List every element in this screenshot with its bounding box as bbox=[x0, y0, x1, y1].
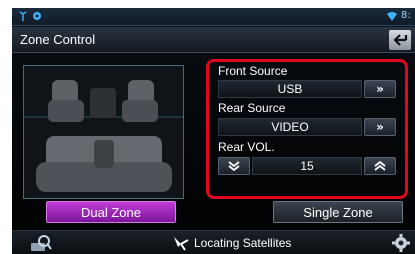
signal-icon bbox=[18, 10, 28, 25]
rear-source-next-button[interactable]: » bbox=[364, 118, 396, 136]
search-media-icon[interactable] bbox=[30, 234, 52, 254]
front-source-value: USB bbox=[218, 80, 362, 98]
rear-source-value: VIDEO bbox=[218, 118, 362, 136]
dual-zone-button[interactable]: Dual Zone bbox=[46, 201, 176, 223]
back-arrow-icon bbox=[393, 34, 408, 46]
rear-source-label: Rear Source bbox=[218, 101, 286, 115]
rear-seats bbox=[36, 136, 172, 192]
rear-vol-up-button[interactable] bbox=[364, 157, 396, 175]
gear-icon[interactable] bbox=[392, 234, 410, 254]
back-button[interactable] bbox=[389, 30, 411, 50]
chevron-up-icon bbox=[374, 160, 386, 171]
rear-vol-value: 15 bbox=[252, 157, 362, 175]
front-source-label: Front Source bbox=[218, 64, 288, 78]
status-bar: 8: bbox=[12, 8, 415, 26]
bluetooth-icon bbox=[32, 10, 42, 25]
front-source-next-button[interactable]: » bbox=[364, 80, 396, 98]
bottom-bar: Locating Satellites bbox=[12, 230, 415, 254]
single-zone-button[interactable]: Single Zone bbox=[273, 201, 403, 223]
title-bar: Zone Control bbox=[12, 27, 415, 53]
satellite-icon bbox=[172, 234, 190, 254]
clock-text: 8: bbox=[401, 10, 411, 21]
rear-vol-label: Rear VOL. bbox=[218, 140, 275, 154]
rear-vol-down-button[interactable] bbox=[218, 157, 250, 175]
navigation-status-text: Locating Satellites bbox=[194, 236, 292, 250]
seat-diagram bbox=[23, 65, 184, 199]
chevron-down-icon bbox=[228, 161, 240, 172]
page-title: Zone Control bbox=[20, 32, 96, 47]
head-unit-screen: 8: Zone Control Front Source USB » Rear … bbox=[12, 8, 415, 254]
wifi-icon bbox=[386, 10, 398, 25]
